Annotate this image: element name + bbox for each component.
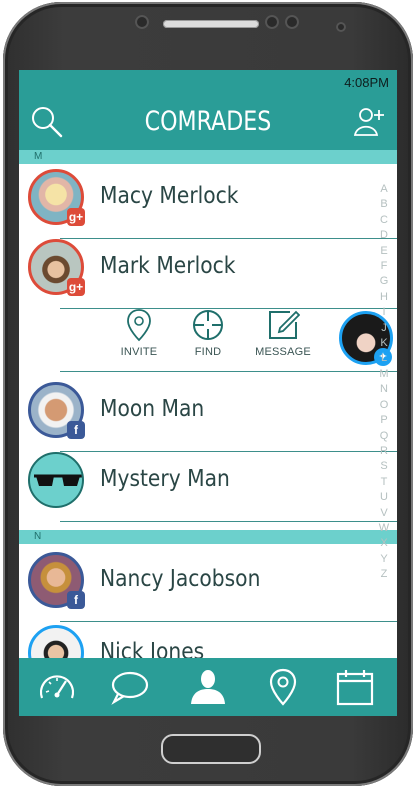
index-letter[interactable]: P [374,413,394,428]
location-pin-icon[interactable] [263,668,303,706]
contact-item-mystery-man[interactable]: Mystery Man [19,452,397,522]
index-letter[interactable]: Q [374,429,394,444]
index-letter[interactable]: U [374,490,394,505]
avatar [28,452,84,508]
glasses-icon [34,474,82,486]
camera-dot [135,15,149,29]
index-letter[interactable]: F [374,259,394,274]
action-label: INVITE [120,346,158,358]
speedometer-icon[interactable] [37,668,77,706]
action-label: MESSAGE [255,346,311,358]
index-letter[interactable]: I [374,305,394,320]
index-letter[interactable]: V [374,506,394,521]
edit-icon [269,310,300,339]
row-divider [60,521,397,522]
contact-item-mark[interactable]: g+ Mark Merlock [19,239,397,309]
index-letter[interactable]: S [374,459,394,474]
index-letter[interactable]: T [374,475,394,490]
index-letter[interactable]: L [374,351,394,366]
contact-item-moon-man[interactable]: f Moon Man [19,382,397,452]
index-letter[interactable]: Y [374,552,394,567]
section-header-n: N [19,530,397,544]
status-time: 4:08PM [344,75,389,90]
index-letter[interactable]: B [374,197,394,212]
sensor-dot [336,22,346,32]
index-letter[interactable]: C [374,213,394,228]
index-letter[interactable]: D [374,228,394,243]
app-screen: 4:08PM COMRADES M g+ Macy Merlock g+ Mar… [19,70,397,716]
row-divider [60,371,397,372]
index-letter[interactable]: M [374,367,394,382]
index-letter[interactable]: R [374,444,394,459]
contact-actions-row: INVITE FIND MESSAGE ✦ [19,300,397,372]
page-title: COMRADES [144,106,272,137]
index-letter[interactable]: A [374,182,394,197]
index-letter[interactable]: K [374,336,394,351]
contact-name: Macy Merlock [100,183,239,209]
action-label: FIND [194,346,222,358]
home-button[interactable] [161,734,261,764]
index-letter[interactable]: N [374,382,394,397]
contact-item-nancy[interactable]: f Nancy Jacobson [19,552,397,622]
index-letter[interactable]: E [374,244,394,259]
add-user-icon[interactable] [351,104,387,140]
contact-item-macy[interactable]: g+ Macy Merlock [19,169,397,239]
invite-button[interactable]: INVITE [109,308,169,358]
index-letter[interactable]: H [374,290,394,305]
person-icon[interactable] [188,668,228,706]
crosshair-icon [193,310,223,340]
index-letter[interactable]: X [374,536,394,551]
chat-icon[interactable] [109,668,149,706]
contact-name: Mark Merlock [100,253,236,279]
status-bar: 4:08PM [19,70,397,94]
row-divider [60,621,397,622]
index-letter[interactable]: J [374,321,394,336]
contact-name: Nancy Jacobson [100,566,261,592]
alphabet-index[interactable]: A B C D E F G H I J K L M N O P Q R S T … [374,182,394,583]
index-letter[interactable]: G [374,274,394,289]
sensor-dot [265,15,279,29]
message-button[interactable]: MESSAGE [253,308,313,358]
bottom-nav [19,658,397,716]
section-header-m: M [19,150,397,164]
google-plus-badge: g+ [67,278,85,296]
facebook-badge: f [67,421,85,439]
calendar-icon[interactable] [335,668,375,706]
find-button[interactable]: FIND [178,308,238,358]
speaker-grille [163,20,259,28]
google-plus-badge: g+ [67,208,85,226]
index-letter[interactable]: O [374,398,394,413]
contact-name: Mystery Man [100,466,230,492]
app-header: COMRADES [19,94,397,150]
facebook-badge: f [67,591,85,609]
contact-name: Moon Man [100,396,205,422]
index-letter[interactable]: Z [374,567,394,582]
map-pin-icon [127,309,151,342]
index-letter[interactable]: W [374,521,394,536]
sensor-dot [285,15,299,29]
